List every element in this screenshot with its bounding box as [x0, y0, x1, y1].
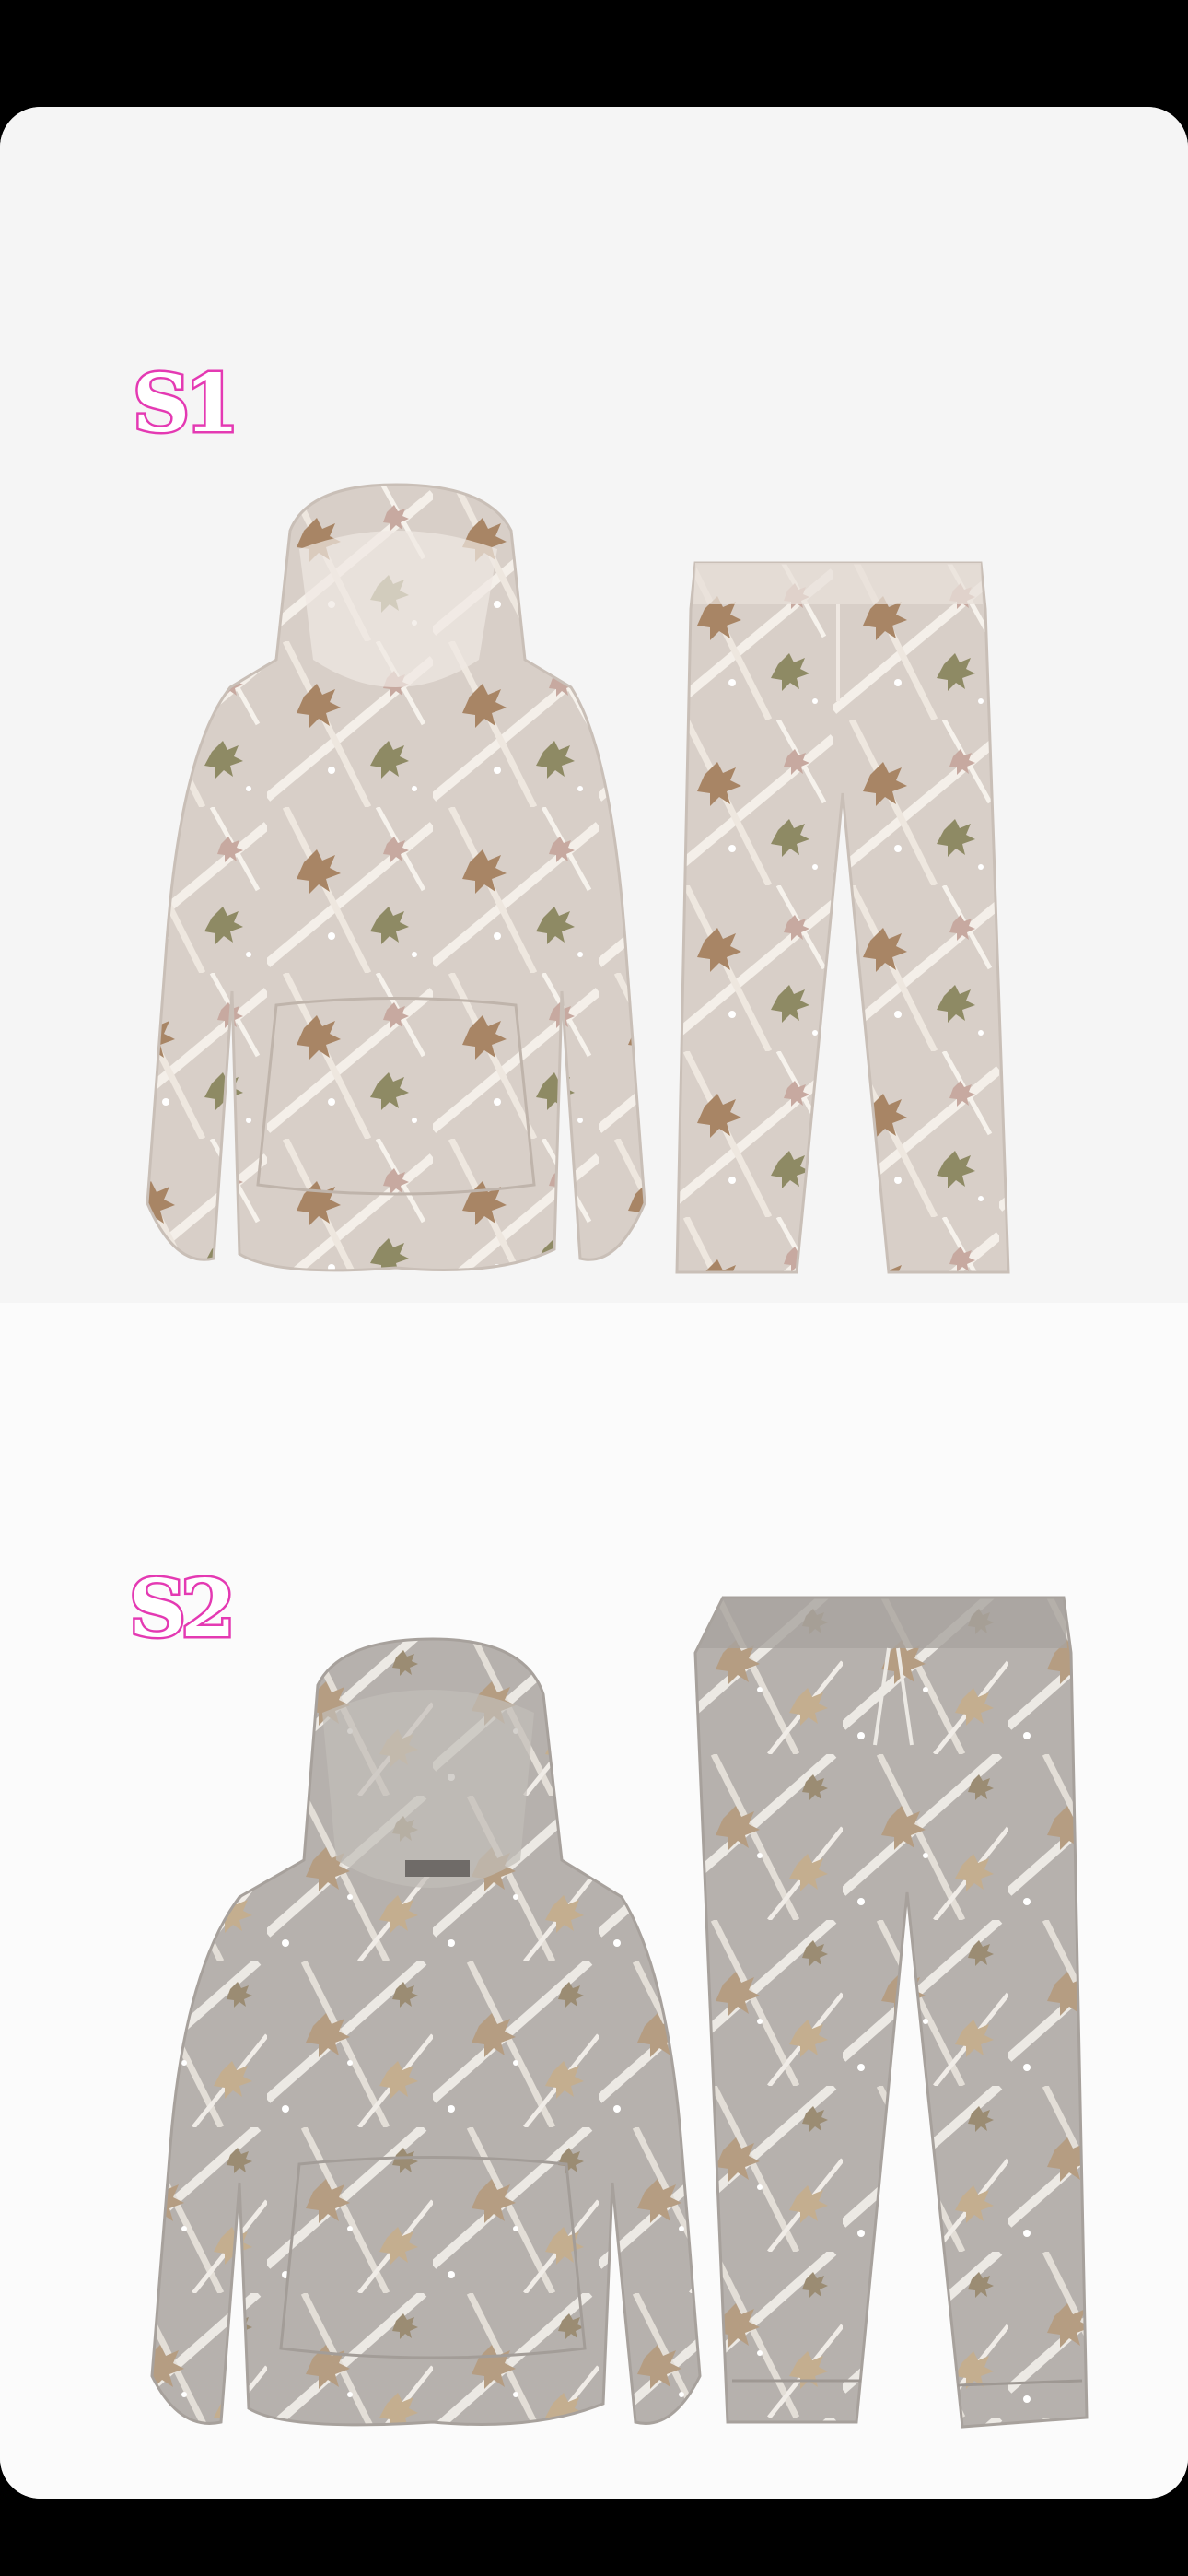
s1-pants-image — [675, 561, 1010, 1274]
s1-hoodie-image — [146, 483, 646, 1272]
s2-pants-image — [693, 1596, 1089, 2429]
set-s2-panel: S2 — [0, 1303, 1188, 2499]
set-label-s1: S1 — [131, 356, 242, 453]
photo-card: S1 S2 — [0, 107, 1188, 2499]
neck-tag-icon — [405, 1860, 470, 1877]
s2-hoodie-image — [150, 1637, 702, 2427]
set-s1-panel: S1 — [0, 107, 1188, 1303]
